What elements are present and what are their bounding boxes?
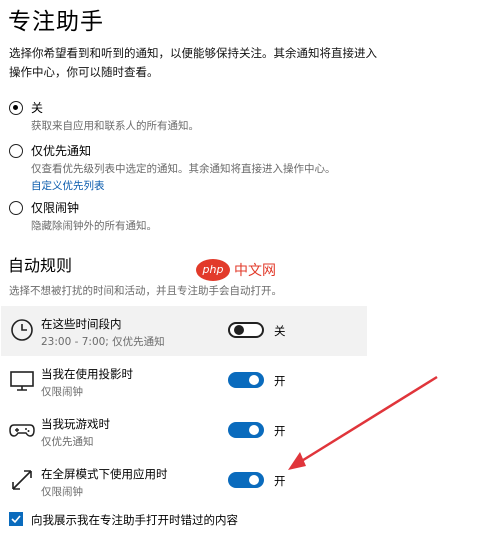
radio-description-off: 获取来自应用和联系人的所有通知。 [31, 120, 199, 132]
watermark-text: 中文网 [234, 263, 276, 279]
rule-detail: 仅限闹钟 [41, 486, 83, 498]
watermark-logo: php [196, 259, 230, 281]
toggle-knob [249, 375, 259, 385]
radio-label-off: 关 [31, 101, 44, 115]
toggle-knob [249, 425, 259, 435]
rule-detail: 23:00 - 7:00; 仅优先通知 [41, 336, 165, 348]
clock-icon [9, 317, 35, 343]
show-summary-checkbox[interactable] [9, 512, 23, 526]
page-title: 专注助手 [8, 9, 104, 35]
rule-detail: 仅优先通知 [41, 436, 94, 448]
fullscreen-icon [9, 467, 35, 493]
rule-detail: 仅限闹钟 [41, 386, 83, 398]
radio-button-off[interactable] [9, 101, 23, 115]
gamepad-icon [9, 417, 35, 443]
rule-during-these-times[interactable]: 在这些时间段内 23:00 - 7:00; 仅优先通知 关 [1, 306, 367, 356]
radio-label-priority-only: 仅优先通知 [31, 144, 92, 158]
rule-toggle-during-these-times[interactable] [228, 322, 264, 338]
radio-description-alarms-only: 隐藏除闹钟外的所有通知。 [31, 220, 157, 232]
rule-playing-game[interactable]: 当我玩游戏时 仅优先通知 开 [1, 406, 367, 456]
radio-button-priority-only[interactable] [9, 144, 23, 158]
toggle-state-label: 开 [274, 374, 286, 388]
rule-toggle-playing-game[interactable] [228, 422, 264, 438]
watermark: php 中文网 [196, 259, 288, 283]
page-description: 选择你希望看到和听到的通知，以便能够保持关注。其余通知将直接进入操作中心，你可以… [9, 46, 377, 79]
rule-name: 在这些时间段内 [41, 317, 122, 331]
radio-description-priority-only: 仅查看优先级列表中选定的通知。其余通知将直接进入操作中心。 [31, 163, 336, 175]
auto-rules-title: 自动规则 [8, 256, 73, 275]
show-summary-label: 向我展示我在专注助手打开时错过的内容 [31, 513, 238, 527]
toggle-state-label: 关 [274, 324, 286, 338]
radio-button-alarms-only[interactable] [9, 201, 23, 215]
rule-name: 在全屏模式下使用应用时 [41, 467, 168, 481]
toggle-knob [249, 475, 259, 485]
customize-priority-list-link[interactable]: 自定义优先列表 [31, 178, 105, 193]
radio-label-alarms-only: 仅限闹钟 [31, 201, 80, 215]
rule-toggle-duplicating-display[interactable] [228, 372, 264, 388]
rule-toggle-full-screen-app[interactable] [228, 472, 264, 488]
auto-rules-description: 选择不想被打扰的时间和活动，并且专注助手会自动打开。 [9, 285, 282, 297]
toggle-knob [234, 325, 244, 335]
rule-duplicating-display[interactable]: 当我在使用投影时 仅限闹钟 开 [1, 356, 367, 406]
rule-name: 当我在使用投影时 [41, 367, 133, 381]
rule-name: 当我玩游戏时 [41, 417, 110, 431]
monitor-icon [9, 367, 35, 393]
rule-full-screen-app[interactable]: 在全屏模式下使用应用时 仅限闹钟 开 [1, 456, 367, 506]
toggle-state-label: 开 [274, 424, 286, 438]
toggle-state-label: 开 [274, 474, 286, 488]
